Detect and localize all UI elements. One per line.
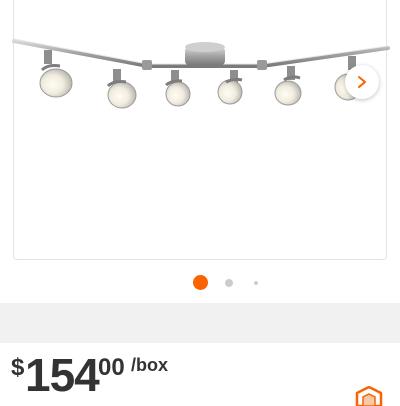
price-unit: /box (131, 355, 169, 375)
carousel-dot[interactable] (225, 278, 233, 287)
product-image-track-light[interactable] (0, 0, 400, 270)
spotlight-5 (274, 66, 302, 106)
chevron-right-icon (358, 76, 366, 88)
price-cents: 00 (98, 354, 125, 381)
spotlight-1 (39, 50, 73, 98)
carousel-dot[interactable] (254, 280, 258, 285)
spotlight-4 (217, 70, 243, 105)
spotlight-2 (106, 69, 137, 109)
spotlight-3 (165, 70, 191, 107)
ceiling-canopy (185, 42, 225, 65)
section-divider-band (0, 303, 400, 343)
carousel-next-button[interactable] (345, 65, 379, 99)
orange-hexagon-badge-icon (355, 386, 383, 406)
carousel-dot-active[interactable] (193, 275, 208, 290)
carousel-pagination (0, 275, 400, 290)
price-dollars: 154 (25, 349, 100, 401)
price-currency-symbol: $ (11, 354, 25, 381)
